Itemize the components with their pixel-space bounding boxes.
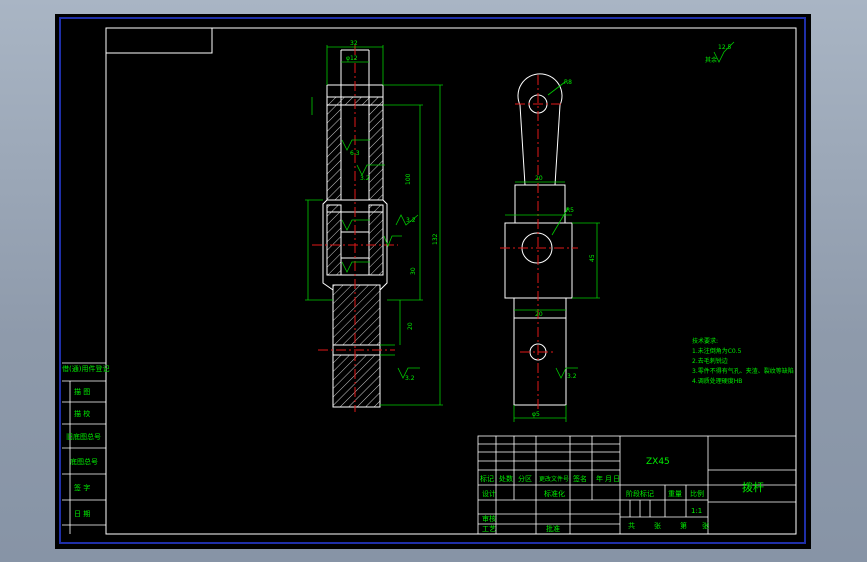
header-change-doc: 更改文件号 — [539, 475, 569, 483]
scale-label: 比例 — [690, 489, 704, 498]
dim-label-width: 32 — [350, 40, 358, 47]
dim-label-roughness-2: 3.2 — [360, 175, 370, 182]
side-table-row-4: 底图总号 — [70, 457, 98, 466]
side-table-row-1: 描 图 — [74, 387, 90, 396]
part-name: 拨杆 — [742, 480, 764, 494]
tech-req-item-4: 4.调质处理硬度HB — [692, 377, 742, 385]
sheet-no-unit: 张 — [702, 521, 709, 530]
dim-label-roughness-side: 3.2 — [567, 373, 577, 380]
dim-label-end: 20 — [407, 322, 414, 330]
approve-label: 批准 — [546, 524, 560, 533]
tech-req-item-3: 3.零件不得有气孔、夹渣、裂纹等缺陷 — [692, 367, 794, 375]
scale-value: 1:1 — [691, 507, 702, 515]
header-count: 处数 — [499, 474, 513, 483]
header-month: 月 — [605, 475, 612, 483]
dim-label-lower-width: 20 — [535, 311, 543, 318]
tech-req-item-1: 1.未注倒角为C0.5 — [692, 347, 742, 355]
dim-label-height: 45 — [589, 254, 596, 262]
dim-label-roughness-1: 6.3 — [350, 150, 360, 157]
header-mark: 标记 — [480, 474, 494, 483]
design-label: 设计 — [482, 489, 496, 498]
dim-label-roughness-3: 3.2 — [406, 217, 416, 224]
drawing-code: ZX45 — [646, 457, 670, 467]
review-label: 审核 — [482, 514, 496, 523]
standard-label: 标准化 — [544, 489, 565, 498]
drawing-sheet — [55, 14, 811, 549]
side-table-row-6: 日 期 — [74, 510, 90, 518]
tech-req-item-2: 2.去毛刺锐边 — [692, 357, 728, 365]
header-year: 年 — [596, 474, 603, 483]
tech-req-heading: 技术要求: — [692, 337, 718, 345]
side-table-row-2: 描 校 — [74, 409, 90, 418]
cad-drawing-canvas: 32 φ12 6.3 3.2 100 132 30 20 3.2 3.2 R8 … — [55, 14, 811, 549]
dim-label-r8: R8 — [564, 79, 572, 86]
roughness-label: 其余 — [705, 56, 717, 64]
dim-label-bore: φ12 — [346, 55, 358, 62]
side-table-row-3: 旧底图总号 — [66, 432, 101, 441]
header-day: 日 — [613, 475, 620, 483]
dim-label-neck: 20 — [535, 175, 543, 182]
weight-label: 重量 — [668, 490, 682, 498]
dim-label-lower: 30 — [410, 267, 417, 275]
header-sign: 签名 — [573, 474, 587, 483]
dim-label-r5: R5 — [566, 207, 574, 214]
sheet-no-label: 第 — [680, 521, 687, 530]
sheet-total-label: 共 — [628, 521, 635, 530]
dim-label-roughness-4: 3.2 — [405, 375, 415, 382]
dim-label-total: 132 — [432, 233, 439, 245]
dim-label-length: 100 — [405, 173, 412, 185]
stage-mark-label: 阶段标记 — [626, 489, 654, 498]
sheet-total-unit: 张 — [654, 521, 661, 530]
process-label: 工艺 — [482, 525, 496, 533]
roughness-value: 12.5 — [718, 44, 732, 51]
side-table-title: 借(通)用件登记 — [62, 364, 109, 373]
dim-label-bottom: φ5 — [532, 411, 540, 418]
header-zone: 分区 — [518, 474, 532, 483]
side-table-row-5: 签 字 — [74, 483, 90, 492]
